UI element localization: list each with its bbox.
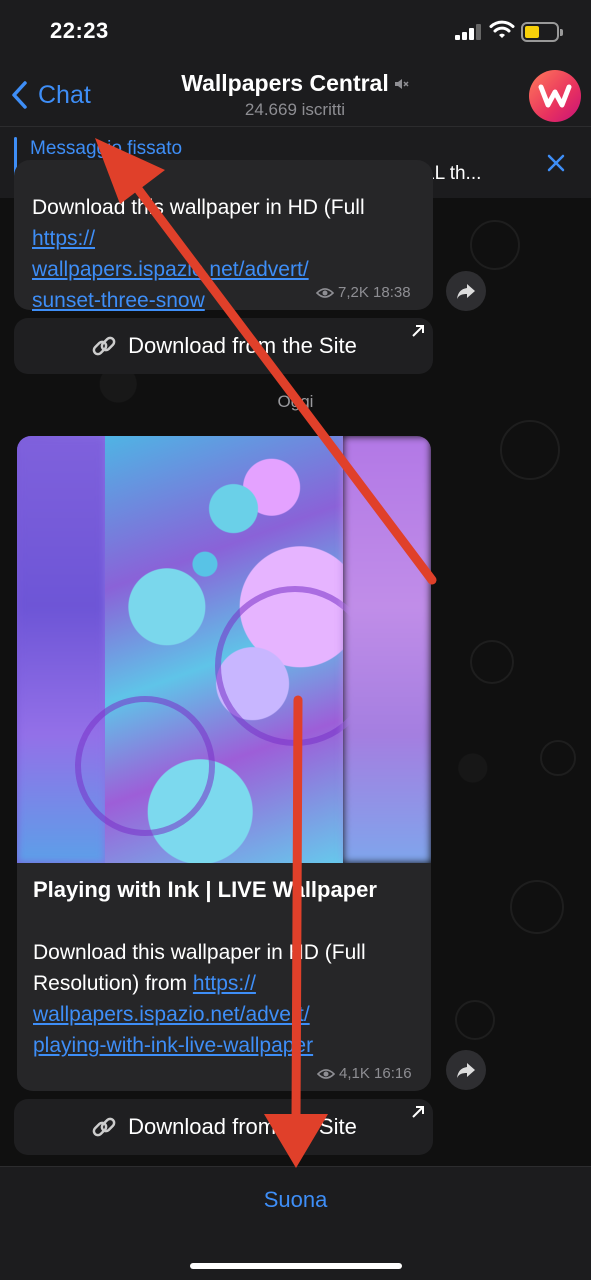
pinned-label: Messaggio fissato xyxy=(30,138,183,159)
channel-title: Wallpapers Central xyxy=(181,70,389,96)
message-time: 16:16 xyxy=(374,1065,412,1082)
message-link[interactable]: https:// xyxy=(193,972,256,995)
eye-icon xyxy=(316,287,334,298)
chat-header: Chat Wallpapers Central 24.669 iscritti xyxy=(0,64,591,126)
status-bar: 22:23 xyxy=(0,0,591,64)
channel-info[interactable]: Wallpapers Central 24.669 iscritti xyxy=(140,70,450,120)
download-button[interactable]: Download from the Site xyxy=(14,1099,433,1155)
message-meta: 7,2K 18:38 xyxy=(316,284,411,301)
download-label: Download from the Site xyxy=(128,1114,357,1139)
background-doodle xyxy=(470,220,520,270)
download-button[interactable]: Download from the Site xyxy=(14,318,433,374)
subscriber-count: 24.669 iscritti xyxy=(244,100,346,119)
background-doodle xyxy=(500,420,560,480)
share-arrow-icon xyxy=(457,284,475,299)
art-swirl xyxy=(75,696,215,836)
message-link[interactable]: sunset-three-snow xyxy=(32,289,205,312)
back-button[interactable]: Chat xyxy=(10,78,91,112)
forward-button[interactable] xyxy=(446,271,486,311)
view-count: 7,2K xyxy=(338,284,369,301)
message-link[interactable]: wallpapers.ispazio.net/advert/ xyxy=(32,258,309,281)
message-text: Download this wallpaper in HD (Full Reso… xyxy=(33,937,425,1061)
link-icon xyxy=(92,336,116,356)
background-doodle xyxy=(455,1000,495,1040)
message-text-line: Download this wallpaper in HD (Full xyxy=(33,941,366,964)
battery-icon xyxy=(521,22,563,42)
message-bubble[interactable]: Playing with Ink | LIVE Wallpaper Downlo… xyxy=(17,863,431,1091)
status-time: 22:23 xyxy=(50,18,109,43)
message-text-line: Download this wallpaper in HD (Full Reso… xyxy=(32,196,365,219)
bottom-bar: Suona xyxy=(0,1166,591,1280)
date-label: Oggi xyxy=(277,392,314,411)
message-meta: 4,1K 16:16 xyxy=(317,1065,412,1082)
eye-icon xyxy=(317,1068,335,1079)
cellular-signal-icon xyxy=(455,24,483,40)
back-label: Chat xyxy=(38,80,91,109)
home-indicator xyxy=(190,1263,402,1269)
background-doodle xyxy=(470,640,514,684)
message-time: 18:38 xyxy=(373,284,411,301)
image-blur-right xyxy=(343,436,431,863)
message-link[interactable]: playing-with-ink-live-wallpaper xyxy=(33,1034,313,1057)
wallpaper-preview-image[interactable] xyxy=(17,436,431,863)
message-text-line: Resolution) from xyxy=(33,972,193,995)
share-arrow-icon xyxy=(457,1063,475,1078)
chevron-left-icon xyxy=(12,81,27,109)
link-icon xyxy=(92,1117,116,1137)
date-separator: Oggi xyxy=(0,392,591,412)
external-link-icon xyxy=(412,325,424,337)
message-title: Playing with Ink | LIVE Wallpaper xyxy=(33,877,377,902)
external-link-icon xyxy=(412,1106,424,1118)
background-doodle xyxy=(540,740,576,776)
background-doodle xyxy=(510,880,564,934)
muted-icon xyxy=(394,78,409,89)
w-logo-icon xyxy=(538,84,572,108)
close-icon[interactable] xyxy=(546,153,566,173)
channel-avatar[interactable] xyxy=(529,70,581,122)
message-link[interactable]: wallpapers.ispazio.net/advert/ xyxy=(33,1003,310,1026)
wifi-icon xyxy=(489,20,515,38)
download-label: Download from the Site xyxy=(128,333,357,358)
message-bubble[interactable]: Download this wallpaper in HD (Full Reso… xyxy=(14,160,433,312)
view-count: 4,1K xyxy=(339,1065,370,1082)
message-link[interactable]: https:// xyxy=(32,227,95,250)
wallpaper-artwork xyxy=(75,436,375,863)
forward-button[interactable] xyxy=(446,1050,486,1090)
unmute-button[interactable]: Suona xyxy=(0,1187,591,1213)
